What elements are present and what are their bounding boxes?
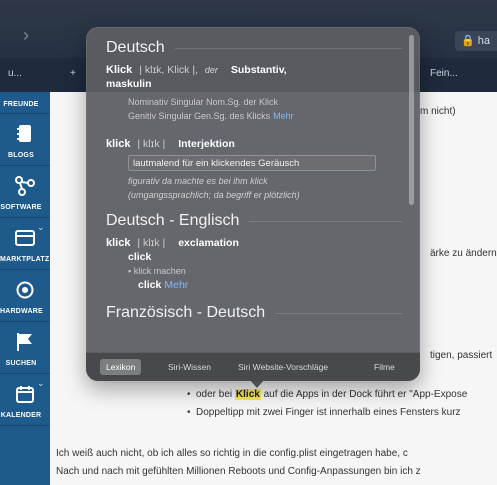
example-label: (umgangssprachlich;	[128, 190, 212, 200]
pronunciation: | klɪk |	[137, 237, 166, 249]
sidebar-item-software[interactable]: SOFTWARE	[0, 166, 50, 218]
divider	[275, 312, 402, 314]
calendar-icon	[12, 382, 38, 406]
forward-arrow-icon[interactable]: ›	[23, 26, 37, 44]
pronunciation: | klɪk, Klick |,	[139, 64, 198, 76]
chevron-down-icon[interactable]: ⌄	[37, 222, 47, 232]
dictionary-popover: Deutsch Klick | klɪk, Klick |, der Subst…	[86, 27, 420, 381]
sidebar-item-label: BLOGS	[8, 152, 34, 159]
toolbar-item[interactable]: u...	[8, 68, 22, 79]
dictionary-entry: klick | klɪk | exclamation	[106, 236, 402, 250]
address-text: ha	[477, 35, 491, 47]
notebook-icon	[12, 122, 38, 146]
plus-icon[interactable]: +	[70, 68, 76, 79]
part-of-speech-cont: maskulin	[106, 78, 152, 90]
part-of-speech: Interjektion	[178, 138, 235, 150]
sidebar-item-blogs[interactable]: BLOGS	[0, 114, 50, 166]
popover-pointer	[250, 380, 264, 388]
section-heading: Französisch - Deutsch	[106, 304, 402, 322]
sidebar-item-label: HARDWARE	[0, 308, 43, 315]
pronunciation: | klɪk |	[137, 138, 166, 150]
tab-siri-website-vorschlaege[interactable]: Siri Website-Vorschläge	[232, 359, 334, 375]
sidebar-item-label: KALENDER	[0, 412, 42, 419]
phrase-translation: click Mehr	[138, 278, 402, 292]
toolbar-item[interactable]: Fein...	[430, 68, 458, 79]
sidebar-item-freunde[interactable]: FREUNDE	[0, 92, 50, 114]
section-heading: Deutsch	[106, 39, 402, 57]
dictionary-entry: Klick | klɪk, Klick |, der Substantiv,	[106, 63, 402, 77]
article: der	[204, 65, 218, 75]
part-of-speech: exclamation	[178, 237, 239, 249]
sidebar-item-label: SOFTWARE	[0, 204, 42, 211]
sidebar: FREUNDE BLOGS SOFTWARE ⌄ MARKTPLATZ HARD…	[0, 92, 50, 485]
phrase-translation-text: click	[138, 279, 162, 291]
text-snippet: tigen, passiert	[430, 350, 493, 361]
tab-siri-wissen[interactable]: Siri-Wissen	[162, 359, 217, 375]
more-link[interactable]: Mehr	[164, 279, 188, 291]
screen: › 🔒 ha u... + Fein... FREUNDE BLOGS SOFT…	[0, 0, 497, 485]
paragraph-text: Nach und nach mit gefühlten Millionen Re…	[56, 466, 421, 477]
popover-content: Deutsch Klick | klɪk, Klick |, der Subst…	[106, 39, 402, 328]
popover-tab-bar: Lexikon Siri-Wissen Siri Website-Vorschl…	[86, 352, 420, 381]
highlighted-word: Klick	[234, 389, 261, 400]
sidebar-item-kalender[interactable]: ⌄ KALENDER	[0, 374, 50, 426]
example-line: figurativ da machte es bei ihm klick	[128, 174, 402, 188]
divider	[249, 220, 402, 222]
sidebar-item-marktplatz[interactable]: ⌄ MARKTPLATZ	[0, 218, 50, 270]
phrase-line: ▪ klick machen	[128, 264, 402, 278]
grammar-line: Nominativ Singular Nom.Sg. der Klick	[128, 97, 279, 107]
target-icon	[12, 278, 38, 302]
sidebar-item-suchen[interactable]: SUCHEN	[0, 322, 50, 374]
address-bar[interactable]: 🔒 ha	[455, 31, 497, 51]
window-icon	[12, 226, 38, 250]
section-heading-text: Deutsch - Englisch	[106, 212, 240, 229]
dictionary-entry: klick | klɪk | Interjektion	[106, 137, 402, 151]
meaning-definition: lautmalend für ein klickendes Geräusch	[128, 155, 376, 171]
bullet-text: oder bei	[196, 389, 235, 400]
phrase-text: klick machen	[133, 266, 186, 276]
headword: klick	[106, 237, 131, 249]
example-label: figurativ	[128, 176, 160, 186]
paragraph-text: Ich weiß auch nicht, ob ich alles so ric…	[56, 448, 408, 459]
list-item: Doppeltipp mit zwei Finger ist innerhalb…	[187, 407, 461, 418]
flag-icon	[12, 330, 38, 354]
text-snippet: ärke zu ändern,	[430, 248, 497, 259]
tab-lexikon[interactable]: Lexikon	[100, 359, 142, 375]
sidebar-item-label: MARKTPLATZ	[0, 256, 50, 263]
grammar-line: Genitiv Singular Gen.Sg. des Klicks Mehr	[128, 109, 402, 123]
bullet-text: auf die Apps in der Dock führt er "App-E…	[260, 389, 468, 400]
tab-filme[interactable]: Filme	[368, 359, 401, 375]
sidebar-item-label: FREUNDE	[3, 101, 39, 108]
section-heading-text: Deutsch	[106, 39, 165, 56]
translation: click	[128, 251, 152, 263]
list-item: oder bei Klick auf die Apps in der Dock …	[187, 389, 468, 400]
section-heading: Deutsch - Englisch	[106, 212, 402, 230]
chevron-down-icon[interactable]: ⌄	[37, 378, 47, 388]
sidebar-item-hardware[interactable]: HARDWARE	[0, 270, 50, 322]
headword: klick	[106, 138, 131, 150]
nodes-icon	[12, 174, 38, 198]
example-text: da begriff er plötzlich)	[213, 190, 300, 200]
divider	[174, 47, 402, 49]
text-snippet: m nicht)	[420, 106, 456, 117]
section-heading-text: Französisch - Deutsch	[106, 304, 266, 321]
example-text: da machte es bei ihm klick	[162, 176, 268, 186]
example-line: (umgangssprachlich; da begriff er plötzl…	[128, 188, 402, 202]
lock-icon: 🔒	[461, 35, 475, 47]
headword: Klick	[106, 64, 133, 76]
grammar-text: Genitiv Singular Gen.Sg. des Klicks	[128, 111, 271, 121]
sidebar-item-label: SUCHEN	[5, 360, 37, 367]
part-of-speech: Substantiv,	[230, 64, 287, 76]
more-link[interactable]: Mehr	[273, 111, 294, 121]
popover-scrollbar[interactable]	[409, 35, 414, 205]
